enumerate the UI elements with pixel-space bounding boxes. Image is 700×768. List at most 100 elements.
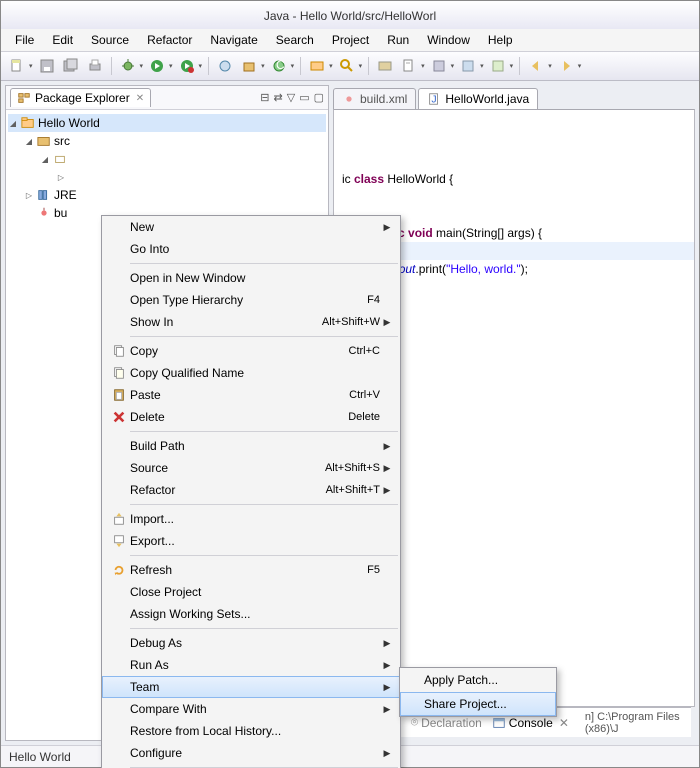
menu-file[interactable]: File: [7, 31, 42, 49]
project-tree[interactable]: ◢ Hello World ◢ src ◢ ▷ ▷ JRE: [6, 110, 328, 226]
expand-icon[interactable]: ▷: [24, 191, 34, 200]
debug-button[interactable]: [118, 56, 138, 76]
forward-button[interactable]: [556, 56, 576, 76]
new-button[interactable]: [7, 56, 27, 76]
format-button[interactable]: [399, 56, 419, 76]
menu-help[interactable]: Help: [480, 31, 521, 49]
dropdown-arrow-icon[interactable]: ▾: [140, 62, 144, 70]
menu-navigate[interactable]: Navigate: [202, 31, 265, 49]
context-menu-item[interactable]: Team▶: [102, 676, 400, 698]
save-button[interactable]: [37, 56, 57, 76]
context-menu-item[interactable]: Configure▶: [102, 742, 400, 764]
tab-declaration[interactable]: ⌾Declaration: [411, 715, 482, 730]
menu-item-label: New: [130, 220, 380, 234]
separator: [130, 504, 398, 505]
context-menu-item[interactable]: PasteCtrl+V: [102, 384, 400, 406]
close-icon[interactable]: ✕: [136, 93, 144, 104]
context-menu-item[interactable]: Open Type HierarchyF4: [102, 289, 400, 311]
close-icon[interactable]: ✕: [559, 716, 569, 730]
link-editor-icon[interactable]: ⇄: [274, 91, 283, 104]
tree-item[interactable]: ▷: [8, 168, 326, 186]
open-type-button[interactable]: [307, 56, 327, 76]
context-menu-item[interactable]: RefreshF5: [102, 559, 400, 581]
dropdown-arrow-icon[interactable]: ▾: [199, 62, 203, 70]
dropdown-arrow-icon[interactable]: ▾: [329, 62, 333, 70]
tab-console[interactable]: Console ✕: [492, 716, 569, 730]
context-menu-item[interactable]: Go Into: [102, 238, 400, 260]
status-text: Hello World: [9, 750, 71, 764]
menu-item-label: Team: [130, 680, 380, 694]
dropdown-arrow-icon[interactable]: ▾: [480, 62, 484, 70]
menu-run[interactable]: Run: [379, 31, 417, 49]
tree-project[interactable]: ◢ Hello World: [8, 114, 326, 132]
context-menu-item[interactable]: Show InAlt+Shift+W▶: [102, 311, 400, 333]
submenu-item[interactable]: Apply Patch...: [400, 668, 556, 692]
context-menu-item[interactable]: Import...: [102, 508, 400, 530]
menu-source[interactable]: Source: [83, 31, 137, 49]
context-menu-item[interactable]: Debug As▶: [102, 632, 400, 654]
search-button[interactable]: [337, 56, 357, 76]
dropdown-arrow-icon[interactable]: ▾: [359, 62, 363, 70]
minimize-icon[interactable]: ▭: [299, 91, 309, 104]
context-menu-item[interactable]: Copy Qualified Name: [102, 362, 400, 384]
context-menu-item[interactable]: RefactorAlt+Shift+T▶: [102, 479, 400, 501]
new-package-button[interactable]: [239, 56, 259, 76]
print-button[interactable]: [85, 56, 105, 76]
dropdown-arrow-icon[interactable]: ▾: [29, 62, 33, 70]
context-menu-item[interactable]: Open in New Window: [102, 267, 400, 289]
tree-src-label: src: [54, 134, 70, 148]
dropdown-arrow-icon[interactable]: ▾: [451, 62, 455, 70]
submenu-item[interactable]: Share Project...: [400, 692, 556, 716]
generic-button[interactable]: [488, 56, 508, 76]
editor-tab-helloworld[interactable]: J HelloWorld.java: [418, 88, 538, 109]
expand-icon[interactable]: ◢: [8, 119, 18, 128]
tree-package[interactable]: ◢: [8, 150, 326, 168]
expand-icon[interactable]: ◢: [24, 137, 34, 146]
context-menu-item[interactable]: Restore from Local History...: [102, 720, 400, 742]
maximize-icon[interactable]: ▢: [314, 91, 324, 104]
dropdown-arrow-icon[interactable]: ▾: [421, 62, 425, 70]
context-menu-item[interactable]: New▶: [102, 216, 400, 238]
save-all-button[interactable]: [61, 56, 81, 76]
menu-project[interactable]: Project: [324, 31, 377, 49]
context-menu-item[interactable]: Close Project: [102, 581, 400, 603]
run-last-button[interactable]: [177, 56, 197, 76]
tree-src[interactable]: ◢ src: [8, 132, 326, 150]
dropdown-arrow-icon[interactable]: ▾: [261, 62, 265, 70]
menu-item-label: Paste: [130, 388, 349, 402]
context-menu-item[interactable]: Assign Working Sets...: [102, 603, 400, 625]
dropdown-arrow-icon[interactable]: ▾: [578, 62, 582, 70]
collapse-all-icon[interactable]: ⊟: [260, 91, 269, 104]
menu-edit[interactable]: Edit: [44, 31, 81, 49]
context-menu-item[interactable]: DeleteDelete: [102, 406, 400, 428]
menu-search[interactable]: Search: [268, 31, 322, 49]
context-menu-item[interactable]: Run As▶: [102, 654, 400, 676]
context-menu-item[interactable]: Export...: [102, 530, 400, 552]
menu-item-shortcut: Alt+Shift+T: [326, 484, 380, 496]
back-button[interactable]: [526, 56, 546, 76]
context-menu-item[interactable]: CopyCtrl+C: [102, 340, 400, 362]
menu-refactor[interactable]: Refactor: [139, 31, 200, 49]
submenu-arrow-icon: ▶: [380, 485, 394, 496]
generic-button[interactable]: [429, 56, 449, 76]
context-menu-item[interactable]: Build Path▶: [102, 435, 400, 457]
package-explorer-tab[interactable]: Package Explorer ✕: [10, 88, 151, 107]
generic-button[interactable]: [458, 56, 478, 76]
view-menu-icon[interactable]: ▽: [287, 91, 295, 104]
dropdown-arrow-icon[interactable]: ▾: [510, 62, 514, 70]
new-java-class-button[interactable]: [215, 56, 235, 76]
expand-icon[interactable]: ▷: [56, 173, 66, 182]
tree-jre[interactable]: ▷ JRE: [8, 186, 326, 204]
toggle-button[interactable]: [375, 56, 395, 76]
context-menu-item[interactable]: Compare With▶: [102, 698, 400, 720]
editor-tab-buildxml[interactable]: build.xml: [333, 88, 416, 109]
dropdown-arrow-icon[interactable]: ▾: [291, 62, 295, 70]
new-class-button[interactable]: C: [269, 56, 289, 76]
dropdown-arrow-icon[interactable]: ▾: [548, 62, 552, 70]
dropdown-arrow-icon[interactable]: ▾: [169, 62, 173, 70]
menu-window[interactable]: Window: [419, 31, 478, 49]
run-button[interactable]: [147, 56, 167, 76]
menu-item-label: Refactor: [130, 483, 326, 497]
context-menu-item[interactable]: SourceAlt+Shift+S▶: [102, 457, 400, 479]
expand-icon[interactable]: ◢: [40, 155, 50, 164]
